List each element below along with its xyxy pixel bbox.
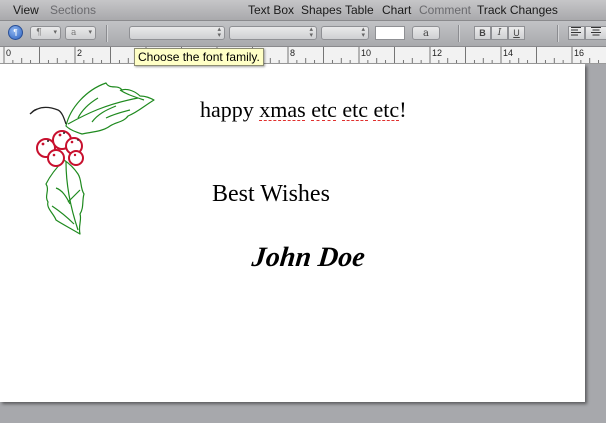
character-style-glyph: a — [71, 28, 77, 38]
toolbar-divider — [458, 25, 459, 42]
up-down-arrows-icon: ▴ ▾ — [309, 26, 313, 39]
holly-clipart-image[interactable] — [26, 78, 158, 238]
best-wishes-line[interactable]: Best Wishes — [212, 181, 330, 208]
horizontal-ruler[interactable]: 0246810121416 — [0, 47, 606, 64]
menu-comment[interactable]: Comment — [419, 3, 471, 17]
menu-text-box[interactable]: Text Box — [248, 3, 294, 17]
menu-sections[interactable]: Sections — [50, 3, 96, 17]
popup-arrow-icon: ▾ — [53, 29, 57, 36]
menu-table[interactable]: Table — [345, 3, 374, 17]
character-style-popup[interactable]: a ▾ — [65, 26, 96, 40]
greeting-line[interactable]: happy xmas etc etc etc! — [200, 97, 407, 123]
paragraph-style-popup[interactable]: ¶ ▾ — [30, 26, 61, 40]
character-fill-button[interactable]: a — [412, 26, 440, 40]
misspelled-word-etc[interactable]: etc — [374, 97, 400, 122]
toolbar-divider — [557, 25, 558, 42]
up-down-arrows-icon: ▴ ▾ — [361, 26, 365, 39]
ruler-scale: 0246810121416 — [3, 47, 600, 63]
popup-arrow-icon: ▾ — [88, 29, 92, 36]
align-left-icon — [571, 27, 581, 36]
bold-button[interactable]: B — [474, 26, 491, 40]
pilcrow-icon: ¶ — [13, 28, 18, 37]
align-center-icon — [590, 27, 601, 36]
signature-line[interactable]: John Doe — [250, 242, 366, 274]
menu-bar: View Sections Text Box Shapes Table Char… — [0, 0, 606, 21]
menu-view[interactable]: View — [13, 3, 39, 17]
menu-chart[interactable]: Chart — [382, 3, 411, 17]
character-fill-glyph: a — [423, 28, 429, 39]
invisibles-toggle-button[interactable]: ¶ — [8, 25, 23, 40]
up-down-arrows-icon: ▴ ▾ — [217, 26, 221, 39]
italic-button[interactable]: I — [491, 26, 508, 40]
ruler-label: 12 — [432, 48, 442, 58]
misspelled-word-etc[interactable]: etc — [342, 97, 368, 122]
paragraph-style-glyph: ¶ — [36, 28, 42, 38]
align-left-button[interactable] — [568, 26, 585, 40]
toolbar-divider — [106, 25, 107, 42]
document-page[interactable]: happy xmas etc etc etc! Best Wishes John… — [0, 64, 585, 402]
menu-track-changes[interactable]: Track Changes — [477, 3, 558, 17]
ruler-label: 14 — [503, 48, 513, 58]
align-center-button[interactable] — [585, 26, 606, 40]
font-typeface-popup[interactable]: ▴ ▾ — [229, 26, 317, 40]
ruler-label: 2 — [77, 48, 82, 58]
underline-button[interactable]: U — [508, 26, 525, 40]
ruler-label: 10 — [361, 48, 371, 58]
exclamation-mark[interactable]: ! — [399, 97, 406, 122]
text-color-well[interactable] — [375, 26, 405, 40]
format-bar: ¶ ¶ ▾ a ▾ ▴ ▾ ▴ ▾ ▴ ▾ a B I U — [0, 21, 606, 47]
ruler-label: 16 — [574, 48, 584, 58]
ruler-label: 0 — [6, 48, 11, 58]
font-size-popup[interactable]: ▴ ▾ — [321, 26, 369, 40]
misspelled-word-etc[interactable]: etc — [311, 97, 337, 122]
word-happy[interactable]: happy — [200, 97, 254, 122]
font-family-popup[interactable]: ▴ ▾ — [129, 26, 225, 40]
font-family-tooltip: Choose the font family. — [134, 48, 264, 66]
menu-shapes[interactable]: Shapes — [301, 3, 342, 17]
misspelled-word-xmas[interactable]: xmas — [259, 97, 305, 122]
ruler-label: 8 — [290, 48, 295, 58]
